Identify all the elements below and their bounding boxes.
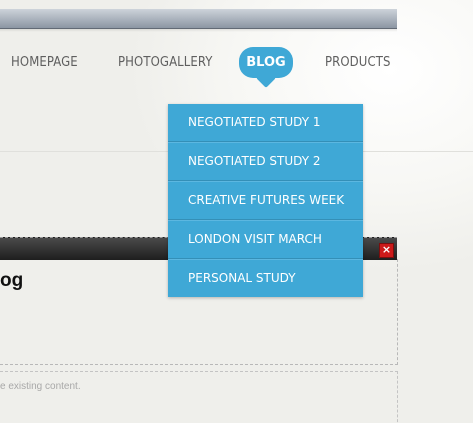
panel-title: og: [0, 270, 24, 291]
nav-item-photogallery[interactable]: PHOTOGALLERY: [118, 52, 213, 74]
dropdown-item-negotiated-study-1[interactable]: NEGOTIATED STUDY 1: [168, 104, 363, 142]
close-icon[interactable]: ×: [379, 243, 394, 258]
page: HOMEPAGE PHOTOGALLERY PRODUCTS BLOG NEGO…: [0, 0, 473, 423]
header-strip: [0, 9, 397, 32]
nav-item-blog-label: BLOG: [246, 55, 286, 70]
nav-item-blog[interactable]: BLOG: [239, 47, 293, 78]
nav-item-products[interactable]: PRODUCTS: [325, 52, 391, 74]
dropdown-item-creative-futures-week[interactable]: CREATIVE FUTURES WEEK: [168, 181, 363, 220]
dropdown-item-london-visit-march[interactable]: LONDON VISIT MARCH: [168, 220, 363, 259]
panel-footer-area[interactable]: [0, 371, 398, 423]
dropdown-item-personal-study[interactable]: PERSONAL STUDY: [168, 259, 363, 297]
dropdown-item-negotiated-study-2[interactable]: NEGOTIATED STUDY 2: [168, 142, 363, 181]
nav-item-homepage[interactable]: HOMEPAGE: [11, 52, 78, 74]
blog-dropdown-menu: NEGOTIATED STUDY 1 NEGOTIATED STUDY 2 CR…: [168, 104, 363, 297]
panel-hint-text: e existing content.: [0, 381, 81, 392]
